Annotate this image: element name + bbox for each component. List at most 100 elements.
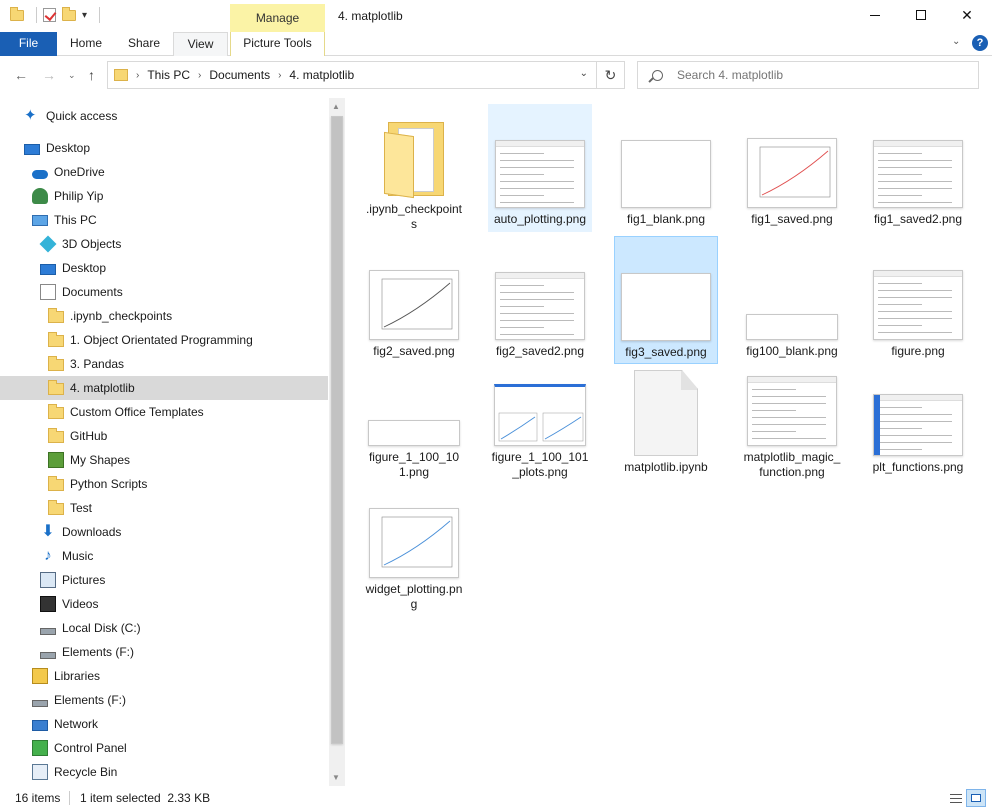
sidebar-item[interactable]: Python Scripts bbox=[0, 472, 328, 496]
sidebar-item[interactable]: Control Panel bbox=[0, 736, 328, 760]
file-tile[interactable]: plt_functions.png bbox=[866, 352, 970, 480]
toolbar-divider bbox=[99, 7, 101, 23]
sidebar-item[interactable]: Desktop bbox=[0, 136, 328, 160]
sidebar-item-label: Philip Yip bbox=[54, 189, 104, 203]
sidebar-item[interactable]: 1. Object Orientated Programming bbox=[0, 328, 328, 352]
sidebar-item[interactable]: .ipynb_checkpoints bbox=[0, 304, 328, 328]
file-thumbnail bbox=[492, 244, 588, 340]
sidebar-item[interactable]: Philip Yip bbox=[0, 184, 328, 208]
sidebar-item[interactable]: 3. Pandas bbox=[0, 352, 328, 376]
file-thumbnail bbox=[366, 112, 462, 199]
minimize-button[interactable] bbox=[852, 0, 898, 30]
sidebar-item[interactable]: ⬇ Downloads bbox=[0, 520, 328, 544]
file-tile[interactable]: figure.png bbox=[866, 236, 970, 364]
file-tile[interactable]: fig2_saved2.png bbox=[488, 236, 592, 364]
sidebar-item[interactable]: ♪ Music bbox=[0, 544, 328, 568]
large-icons-view-button[interactable] bbox=[966, 789, 986, 807]
preview-line bbox=[878, 297, 952, 298]
sidebar-item[interactable]: Local Disk (C:) bbox=[0, 616, 328, 640]
refresh-button[interactable]: ↻ bbox=[597, 61, 625, 89]
sidebar-item[interactable]: OneDrive bbox=[0, 160, 328, 184]
preview-line bbox=[878, 435, 952, 436]
folder-icon[interactable] bbox=[10, 6, 24, 21]
user-icon bbox=[32, 188, 48, 204]
crumb-current[interactable]: 4. matplotlib bbox=[289, 68, 354, 82]
desktop-icon bbox=[24, 143, 40, 155]
pictures-icon bbox=[40, 572, 56, 588]
sidebar-item-label: Videos bbox=[62, 597, 99, 611]
nav-scrollbar[interactable]: ▲ ▼ bbox=[329, 98, 345, 786]
scroll-down-icon[interactable]: ▼ bbox=[332, 773, 340, 782]
search-input[interactable] bbox=[677, 68, 957, 82]
properties-icon[interactable] bbox=[43, 8, 56, 22]
sidebar-item-label: This PC bbox=[54, 213, 97, 227]
sidebar-item[interactable]: This PC bbox=[0, 208, 328, 232]
file-tile[interactable]: fig1_saved.png bbox=[740, 104, 844, 232]
file-tile[interactable]: .ipynb_checkpoints bbox=[362, 104, 466, 232]
help-icon[interactable]: ? bbox=[972, 35, 988, 51]
sidebar-item[interactable]: Videos bbox=[0, 592, 328, 616]
sidebar-item[interactable]: 3D Objects bbox=[0, 232, 328, 256]
sidebar-item[interactable]: Libraries bbox=[0, 664, 328, 688]
navigation-pane: ✦ Quick access Desktop OneDrive Philip Yip Th… bbox=[0, 96, 345, 786]
customize-toolbar-icon[interactable]: ▾ bbox=[82, 10, 87, 21]
address-bar[interactable]: › This PC › Documents › 4. matplotlib ⌄ bbox=[107, 61, 597, 89]
sidebar-item-label: Test bbox=[70, 501, 93, 515]
manage-tab[interactable]: Manage bbox=[230, 4, 325, 32]
preview-toolbar bbox=[874, 271, 962, 277]
sidebar-item[interactable]: 4. matplotlib bbox=[0, 376, 328, 400]
drive-icon bbox=[40, 651, 56, 659]
file-tile[interactable]: matplotlib.ipynb bbox=[614, 352, 718, 480]
file-tile[interactable]: fig3_saved.png bbox=[614, 236, 718, 364]
up-arrow-icon[interactable]: ↑ bbox=[88, 67, 95, 83]
forward-arrow-icon[interactable]: → bbox=[42, 67, 56, 83]
close-button[interactable]: ✕ bbox=[944, 0, 990, 30]
tab-picture-tools[interactable]: Picture Tools bbox=[230, 32, 325, 56]
sidebar-item-label: Music bbox=[62, 549, 94, 563]
sidebar-item[interactable]: Test bbox=[0, 496, 328, 520]
maximize-button[interactable] bbox=[898, 0, 944, 30]
document-icon bbox=[634, 370, 698, 456]
sidebar-item[interactable]: Desktop bbox=[0, 256, 328, 280]
file-tile[interactable]: widget_plotting.png bbox=[362, 484, 466, 612]
preview-line bbox=[752, 403, 826, 404]
crumb-documents[interactable]: Documents bbox=[209, 68, 270, 82]
crumb-this-pc[interactable]: This PC bbox=[147, 68, 190, 82]
sidebar-item[interactable]: Custom Office Templates bbox=[0, 400, 328, 424]
details-view-button[interactable] bbox=[946, 789, 966, 807]
chevron-down-icon[interactable]: ⌄ bbox=[580, 68, 588, 79]
preview-line bbox=[500, 181, 574, 182]
preview-line bbox=[500, 292, 574, 293]
tab-view[interactable]: View bbox=[173, 32, 228, 56]
sidebar-item[interactable]: My Shapes bbox=[0, 448, 328, 472]
back-arrow-icon[interactable]: ← bbox=[14, 67, 28, 83]
sidebar-item[interactable]: GitHub bbox=[0, 424, 328, 448]
tab-share[interactable]: Share bbox=[115, 32, 173, 56]
file-tile[interactable]: figure_1_100_101_plots.png bbox=[488, 352, 592, 480]
file-tile[interactable]: fig100_blank.png bbox=[740, 236, 844, 364]
scroll-up-icon[interactable]: ▲ bbox=[332, 102, 340, 111]
file-tile[interactable]: auto_plotting.png bbox=[488, 104, 592, 232]
file-tile[interactable]: figure_1_100_101.png bbox=[362, 352, 466, 480]
sidebar-item[interactable]: Elements (F:) bbox=[0, 688, 328, 712]
sidebar-item[interactable]: Elements (F:) bbox=[0, 640, 328, 664]
file-tile[interactable]: matplotlib_magic_function.png bbox=[740, 352, 844, 480]
sidebar-item[interactable]: Recycle Bin bbox=[0, 760, 328, 784]
new-folder-icon[interactable] bbox=[62, 6, 76, 21]
sidebar-item[interactable]: Pictures bbox=[0, 568, 328, 592]
file-tile[interactable]: fig2_saved.png bbox=[362, 236, 466, 364]
search-box[interactable] bbox=[637, 61, 979, 89]
sidebar-item[interactable]: Network bbox=[0, 712, 328, 736]
sidebar-item[interactable]: ✦ Quick access bbox=[0, 104, 328, 128]
sidebar-item[interactable]: Documents bbox=[0, 280, 328, 304]
recent-locations-icon[interactable]: ⌄ bbox=[68, 70, 76, 81]
tab-home[interactable]: Home bbox=[57, 32, 115, 56]
scrollbar-thumb[interactable] bbox=[331, 116, 343, 744]
expand-ribbon-icon[interactable]: ⌄ bbox=[952, 36, 960, 47]
chevron-right-icon: › bbox=[278, 69, 282, 81]
file-tile[interactable]: fig1_saved2.png bbox=[866, 104, 970, 232]
file-tile[interactable]: fig1_blank.png bbox=[614, 104, 718, 232]
folder-icon bbox=[48, 356, 64, 371]
preview-line bbox=[500, 153, 544, 154]
tab-file[interactable]: File bbox=[0, 32, 57, 56]
